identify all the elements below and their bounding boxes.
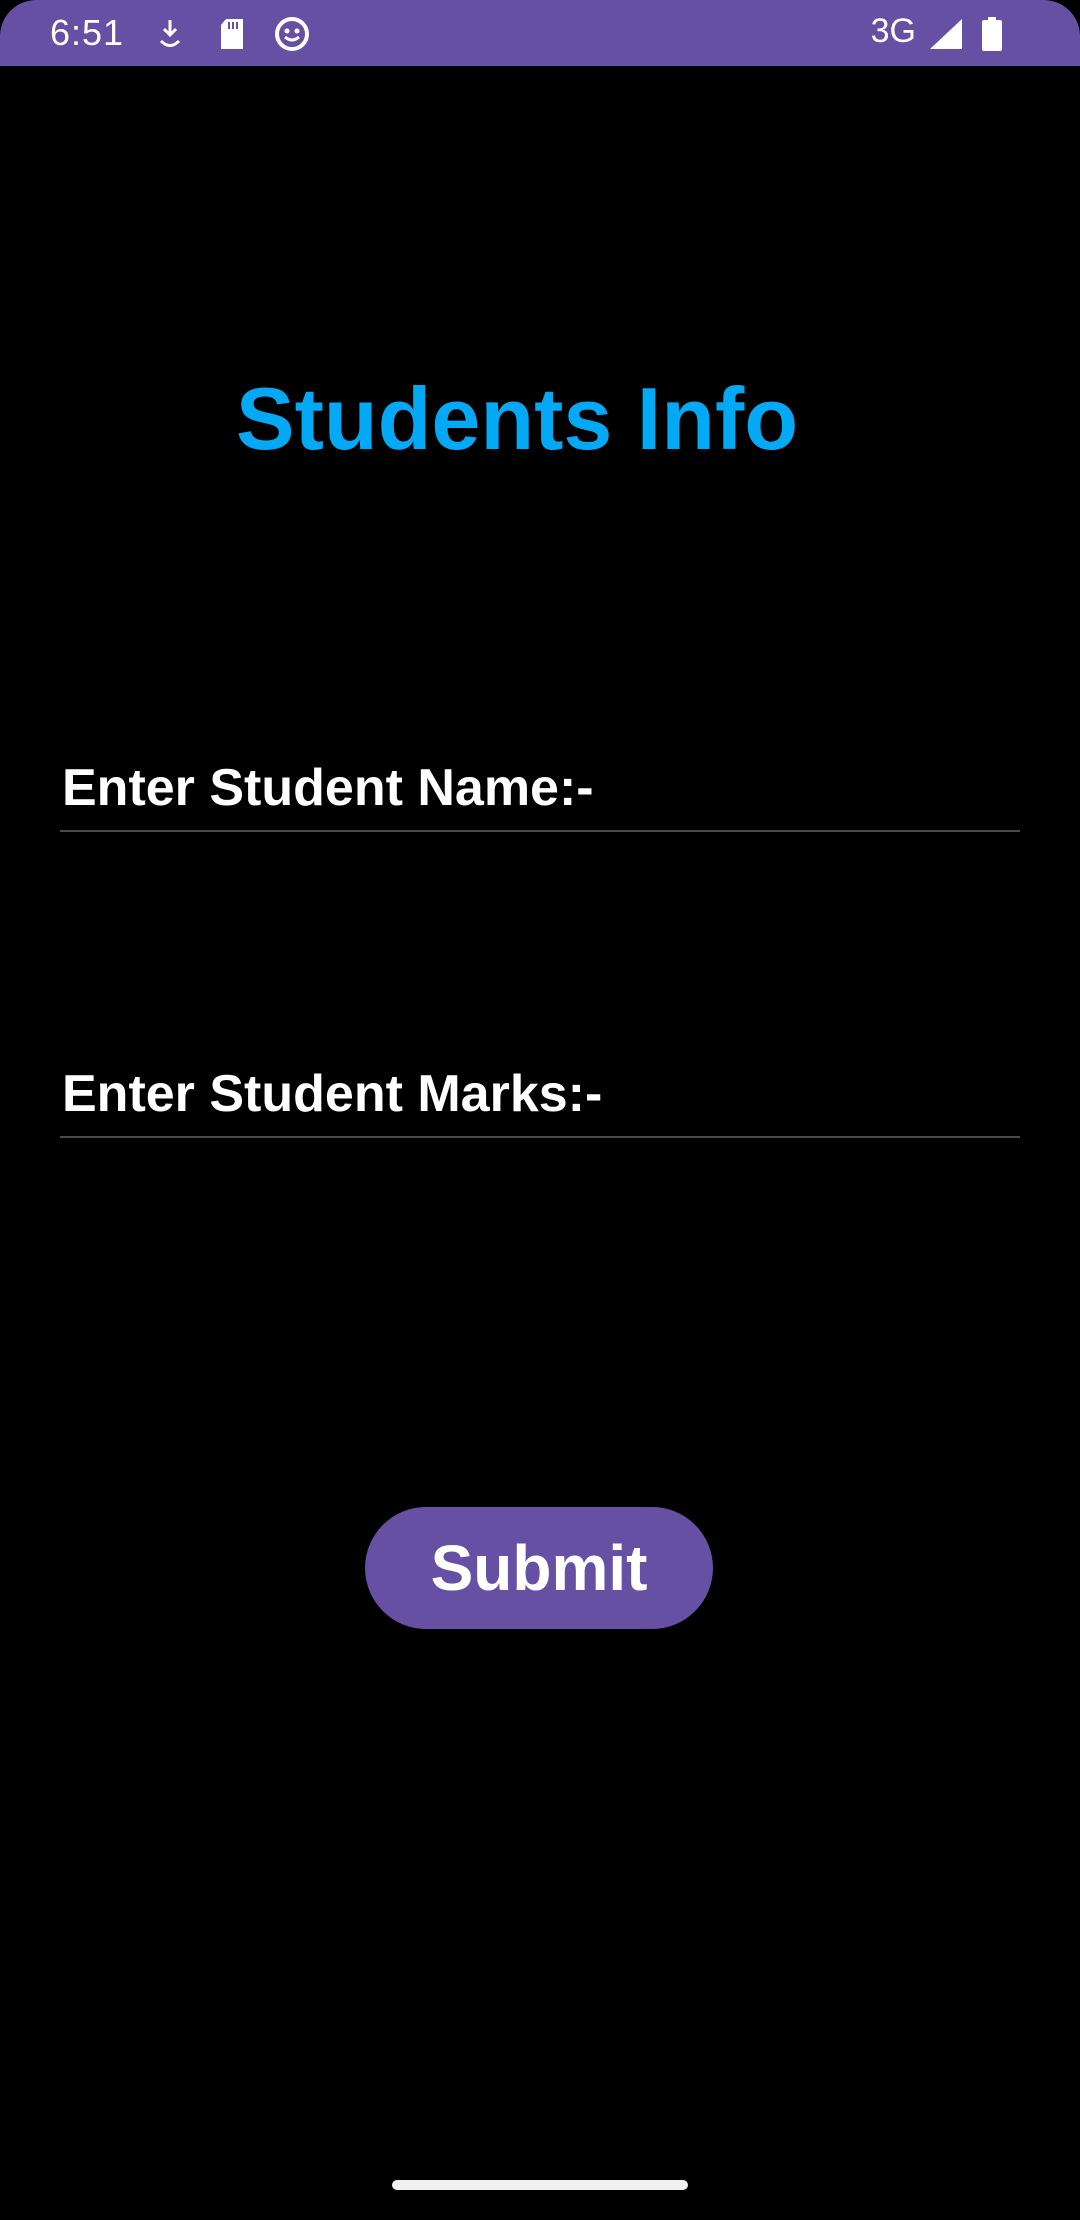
status-bar: 6:51 3G bbox=[0, 0, 1080, 66]
home-indicator[interactable] bbox=[392, 2180, 688, 2190]
student-marks-placeholder: Enter Student Marks:- bbox=[62, 1065, 603, 1123]
submit-button[interactable]: Submit bbox=[365, 1507, 713, 1629]
student-name-placeholder: Enter Student Name:- bbox=[62, 759, 594, 817]
signal-icon bbox=[926, 14, 966, 54]
submit-button-label: Submit bbox=[430, 1532, 648, 1604]
network-type: 3G bbox=[870, 12, 916, 50]
smiley-icon bbox=[272, 14, 312, 54]
student-name-field[interactable]: Enter Student Name:- bbox=[60, 758, 1020, 832]
student-marks-field[interactable]: Enter Student Marks:- bbox=[60, 1064, 1020, 1138]
download-icon bbox=[150, 14, 190, 54]
app-screen: 6:51 3G Students Info Enter Student Name… bbox=[0, 0, 1080, 2220]
battery-icon bbox=[972, 14, 1012, 54]
status-time: 6:51 bbox=[50, 12, 125, 53]
page-title: Students Info bbox=[235, 369, 799, 468]
sd-card-icon bbox=[212, 14, 252, 54]
